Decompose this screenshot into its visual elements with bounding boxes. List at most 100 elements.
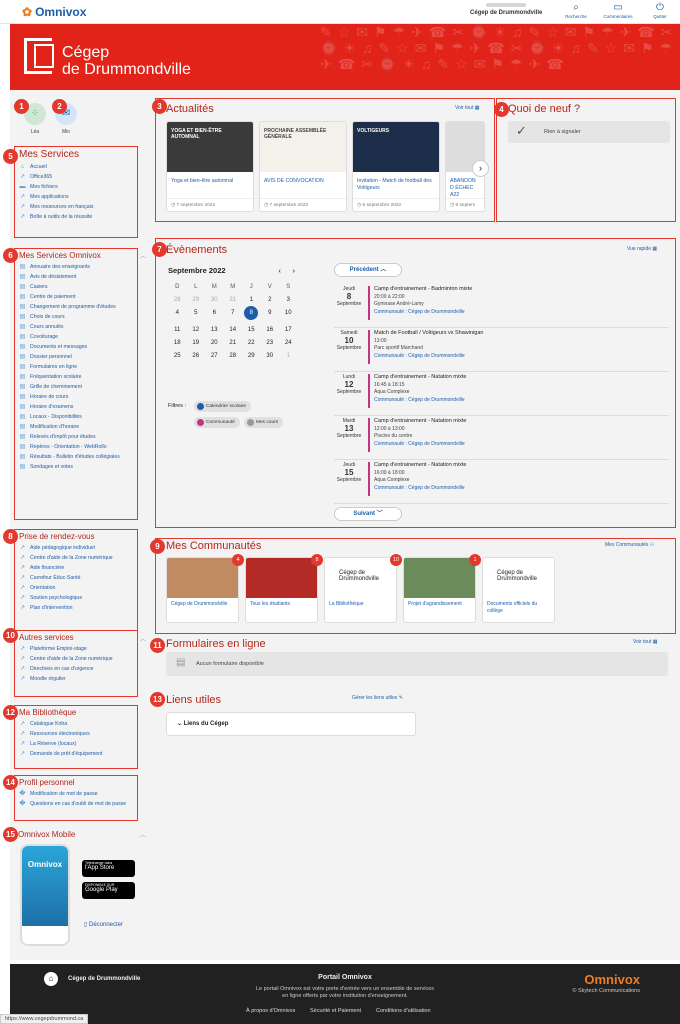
filter-communaute[interactable]: Communauté [194, 417, 240, 428]
calendar-day[interactable]: 2 [261, 297, 280, 303]
calendar-day[interactable]: 12 [187, 327, 206, 333]
footer-link-conditions[interactable]: Conditions d'utilisation [376, 1008, 431, 1014]
calendar-day[interactable]: 28 [224, 353, 243, 359]
actualites-voir-tout[interactable]: Voir tout ▦ [455, 105, 479, 111]
prev-month-icon[interactable]: ‹ [279, 266, 282, 275]
sidebar-link[interactable]: ▤ Locaux - Disponibilités [15, 412, 137, 422]
formulaires-voir-tout[interactable]: Voir tout ▦ [633, 639, 657, 645]
sidebar-link[interactable]: ▤ Sondages et votes [15, 462, 137, 472]
sidebar-link[interactable]: ↗ Boîte à outils de la réussite [15, 212, 137, 222]
calendar-day[interactable]: 1 [279, 353, 298, 359]
sidebar-link[interactable]: ▤ Dossier personnel [15, 352, 137, 362]
carousel-next-button[interactable]: › [472, 160, 489, 177]
liens-group[interactable]: ⌄ Liens du Cégep [166, 712, 416, 736]
sidebar-link[interactable]: ↗ Demande de prêt d'équipement [15, 749, 137, 759]
sidebar-link[interactable]: ▤ Centre de paiement [15, 292, 137, 302]
calendar-day[interactable]: 31 [224, 297, 243, 303]
sidebar-link[interactable]: ▤ Grille de cheminement [15, 382, 137, 392]
omnivox-logo[interactable]: ✿ Omnivox [22, 5, 86, 19]
calendar-day[interactable]: 24 [279, 340, 298, 346]
calendar-day[interactable]: 6 [205, 310, 224, 320]
filter-calendrier-scolaire[interactable]: Calendrier scolaire [194, 401, 251, 412]
community-card[interactable]: Tous les étudiants [245, 557, 318, 623]
sidebar-link[interactable]: � Modification de mot de passe [15, 789, 137, 799]
sidebar-link[interactable]: ▬ Mes fichiers [15, 182, 137, 192]
mes-communautes-link[interactable]: Mes Communautés ⚇ [605, 542, 654, 548]
sidebar-link[interactable]: ↗ Mes ressources en français [15, 202, 137, 212]
footer-link-apropos[interactable]: À propos d'Omnivox [246, 1008, 295, 1014]
calendar-day[interactable]: 30 [261, 353, 280, 359]
sidebar-link[interactable]: ▤ Covoiturage [15, 332, 137, 342]
sidebar-link[interactable]: ▤ Cours annulés [15, 322, 137, 332]
sidebar-link[interactable]: ▤ Résultats - Bulletin d'études collégial… [15, 452, 137, 462]
vue-rapide-link[interactable]: Vue rapide ▦ [627, 246, 657, 252]
calendar-day[interactable]: 18 [168, 340, 187, 346]
calendar-day[interactable]: 20 [205, 340, 224, 346]
calendar-day[interactable]: 5 [187, 310, 206, 320]
calendar-day[interactable]: 25 [168, 353, 187, 359]
sidebar-link[interactable]: ↗ Aide pédagogique individuel [15, 543, 137, 553]
community-card[interactable]: Cégep de Drummondville La Bibliothèque [324, 557, 397, 623]
calendar-day[interactable]: 15 [242, 327, 261, 333]
event-item[interactable]: Lundi 12 Septembre Camp d'entrainement - Na… [334, 372, 669, 416]
suivant-button[interactable]: Suivant ﹀ [334, 507, 402, 521]
footer-link-securite[interactable]: Sécurité et Paiement [310, 1008, 361, 1014]
sidebar-link[interactable]: ▤ Documents et messages [15, 342, 137, 352]
sidebar-link[interactable]: ▤ Relevés d'impôt pour études [15, 432, 137, 442]
sidebar-link[interactable]: ↗ Moodle régulier [15, 674, 137, 684]
sidebar-link[interactable]: ▤ Horaire de cours [15, 392, 137, 402]
precedent-button[interactable]: Précédent ︿ [334, 263, 402, 277]
collapse-icon[interactable]: ︿ [140, 251, 146, 260]
calendar-day[interactable]: 22 [242, 340, 261, 346]
calendar-day[interactable]: 1 [242, 297, 261, 303]
next-month-icon[interactable]: › [293, 266, 296, 275]
calendar-day[interactable]: 3 [279, 297, 298, 303]
calendar-day[interactable]: 7 [224, 310, 243, 320]
sidebar-link[interactable]: ↗ Directives en cas d'urgence [15, 664, 137, 674]
sidebar-link[interactable]: ↗ Office365 [15, 172, 137, 182]
calendar-day[interactable]: 27 [205, 353, 224, 359]
calendar-day[interactable]: 10 [279, 310, 298, 320]
calendar-day[interactable]: 4 [168, 310, 187, 320]
sidebar-link[interactable]: ⌂ Accueil [15, 162, 137, 172]
event-item[interactable]: Jeudi 8 Septembre Camp d'entrainement - Bad… [334, 284, 669, 328]
app-store-button[interactable]: Télécharger dans l'App Store [82, 860, 135, 877]
sidebar-link[interactable]: ▤ Repères - Orientation - WebRollo [15, 442, 137, 452]
sidebar-link[interactable]: ↗ Plateforme Emploi-stage [15, 644, 137, 654]
news-card[interactable]: PROCHAINE ASSEMBLÉE GÉNÉRALE AVIS DE CONV… [259, 121, 347, 212]
event-item[interactable]: Jeudi 15 Septembre Camp d'entrainement - Na… [334, 460, 669, 504]
sidebar-link[interactable]: ↗ Carrefour Éduc-Santé [15, 573, 137, 583]
sidebar-link[interactable]: ↗ Mes applications [15, 192, 137, 202]
disconnect-button[interactable]: ▯ Déconnecter [84, 921, 123, 928]
calendar-day[interactable]: 16 [261, 327, 280, 333]
calendar-day[interactable]: 26 [187, 353, 206, 359]
sidebar-link[interactable]: ▤ Avis de désistement [15, 272, 137, 282]
collapse-icon[interactable]: ︿ [140, 634, 146, 643]
sidebar-link[interactable]: ▤ Horaire d'examens [15, 402, 137, 412]
calendar-day[interactable]: 29 [187, 297, 206, 303]
gerer-liens-link[interactable]: Gérer les liens utiles ✎ [352, 695, 403, 701]
calendar-day[interactable]: 14 [224, 327, 243, 333]
community-card[interactable]: Cégep de Drummondville Documents officiel… [482, 557, 555, 623]
calendar-day[interactable]: 8 [242, 306, 261, 320]
sidebar-link[interactable]: ▤ Modification d'horaire [15, 422, 137, 432]
sidebar-link[interactable]: ▤ Changement de programme d'études [15, 302, 137, 312]
sidebar-link[interactable]: ↗ Soutien psychologique [15, 593, 137, 603]
event-item[interactable]: Mardi 13 Septembre Camp d'entrainement - Na… [334, 416, 669, 460]
calendar-day[interactable]: 21 [224, 340, 243, 346]
sidebar-link[interactable]: � Questions en cas d'oubli de mot de pass… [15, 799, 137, 809]
sidebar-link[interactable]: ↗ Aide financière [15, 563, 137, 573]
sidebar-link[interactable]: ↗ La Réserve (locaux) [15, 739, 137, 749]
sidebar-link[interactable]: ↗ Plan d'intervention [15, 603, 137, 613]
sidebar-link[interactable]: ▤ Choix de cours [15, 312, 137, 322]
calendar-day[interactable]: 13 [205, 327, 224, 333]
sidebar-link[interactable]: ▤ Casiers [15, 282, 137, 292]
community-card[interactable]: Projet d'agrandissement [403, 557, 476, 623]
community-card[interactable]: Cégep de Drummondville [166, 557, 239, 623]
calendar-day[interactable]: 30 [205, 297, 224, 303]
selected-day[interactable]: 8 [244, 306, 259, 320]
calendar-day[interactable]: 11 [168, 327, 187, 333]
comment-button[interactable]: ▭ Commentaires [598, 2, 638, 19]
event-item[interactable]: Samedi 10 Septembre Match de Football / Vol… [334, 328, 669, 372]
search-button[interactable]: ⌕ Recherche [556, 2, 596, 19]
